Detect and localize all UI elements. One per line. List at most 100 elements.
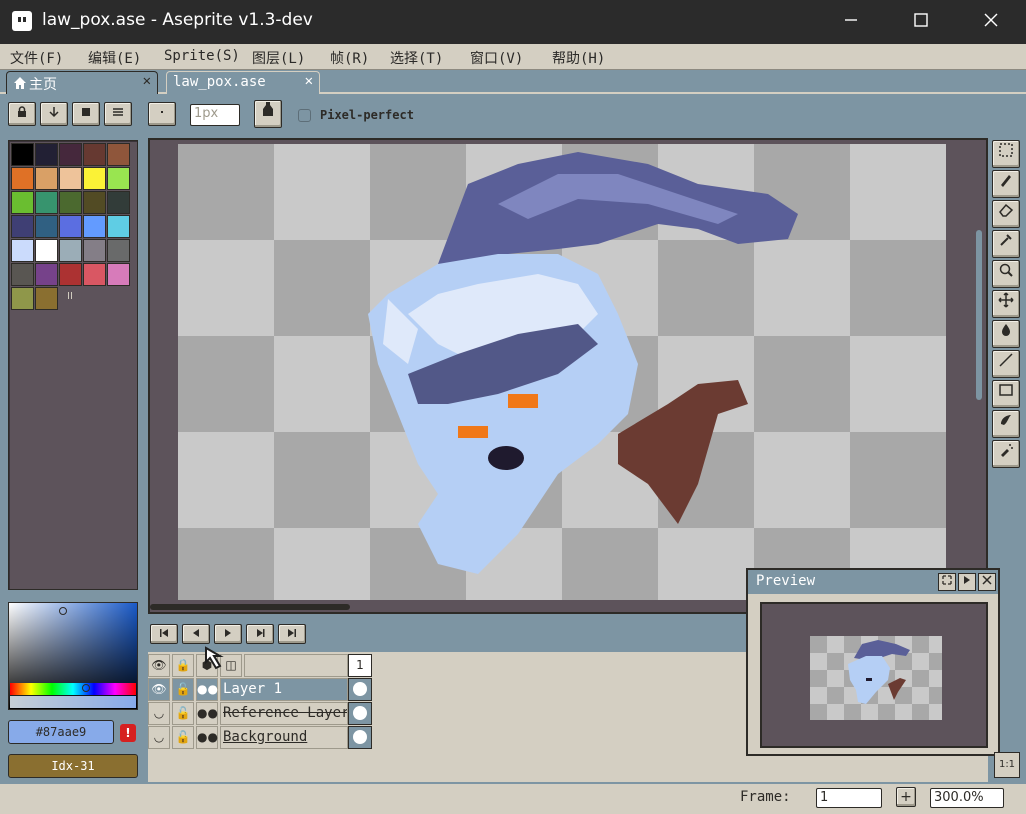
tab-home[interactable]: 主页 ✕ [6, 71, 158, 94]
next-frame-button[interactable] [246, 624, 274, 644]
ink-type-button[interactable] [254, 100, 282, 128]
palette-swatch[interactable] [59, 239, 82, 262]
frame-number-input[interactable]: 1 [816, 788, 882, 808]
palette-swatch[interactable] [35, 263, 58, 286]
spray-tool[interactable] [992, 440, 1020, 468]
palette-swatch[interactable] [35, 167, 58, 190]
new-frame-button[interactable]: + [896, 787, 916, 807]
pencil-tool[interactable] [992, 170, 1020, 198]
hidden-eye-icon[interactable]: ◡ [148, 726, 170, 749]
palette-swatch[interactable] [59, 191, 82, 214]
center-view-button[interactable] [938, 573, 956, 591]
layer-row[interactable]: 👁 🔓 ●● Layer 1 [148, 678, 372, 701]
palette-swatch[interactable] [83, 191, 106, 214]
palette-swatch[interactable] [107, 167, 130, 190]
menu-sprite[interactable]: Sprite(S) [164, 48, 240, 64]
first-frame-button[interactable] [150, 624, 178, 644]
palette-swatch[interactable] [83, 239, 106, 262]
rectangular-marquee-tool[interactable] [992, 140, 1020, 168]
cel-reference-layer[interactable] [348, 702, 372, 725]
ratio-button[interactable]: 1:1 [994, 752, 1020, 778]
frame-1-header[interactable]: 1 [348, 654, 372, 677]
close-window-button[interactable] [966, 0, 1016, 44]
line-tool[interactable] [992, 350, 1020, 378]
palette-swatch[interactable] [35, 143, 58, 166]
rectangle-tool[interactable] [992, 380, 1020, 408]
layer-name[interactable]: Reference Layer [220, 702, 348, 725]
menu-help[interactable]: 帮助(H) [552, 48, 605, 68]
close-preview-button[interactable] [978, 573, 996, 591]
paint-bucket-tool[interactable] [992, 320, 1020, 348]
lock-palette-button[interactable] [8, 102, 36, 126]
menu-frame[interactable]: 帧(R) [330, 48, 369, 68]
preset-palette-button[interactable] [72, 102, 100, 126]
unlocked-icon[interactable]: 🔓 [172, 678, 194, 701]
palette-swatch[interactable] [107, 263, 130, 286]
palette-swatch[interactable] [107, 191, 130, 214]
palette-swatch[interactable] [107, 239, 130, 262]
palette-swatch[interactable] [35, 239, 58, 262]
preview-window[interactable]: Preview [746, 568, 1000, 756]
menu-window[interactable]: 窗口(V) [470, 48, 523, 68]
menu-layer[interactable]: 图层(L) [252, 48, 305, 68]
eyedropper-tool[interactable] [992, 230, 1020, 258]
palette-swatch[interactable] [83, 143, 106, 166]
tab-close-icon[interactable]: ✕ [143, 73, 151, 89]
palette-swatch[interactable] [11, 191, 34, 214]
palette-options-button[interactable] [104, 102, 132, 126]
palette-swatch[interactable] [83, 167, 106, 190]
vertical-scrollbar[interactable] [976, 230, 982, 400]
palette-swatch[interactable] [107, 143, 130, 166]
menu-edit[interactable]: 编辑(E) [88, 48, 141, 68]
visible-eye-icon[interactable]: 👁 [148, 678, 170, 701]
layer-name[interactable]: Layer 1 [220, 678, 348, 701]
palette-swatch[interactable] [11, 287, 34, 310]
palette-swatch[interactable] [83, 263, 106, 286]
palette-swatch[interactable] [11, 263, 34, 286]
play-preview-button[interactable] [958, 573, 976, 591]
cel-background[interactable] [348, 726, 372, 749]
unlocked-icon[interactable]: 🔓 [172, 702, 194, 725]
palette-swatch[interactable] [59, 143, 82, 166]
palette-swatch[interactable] [59, 215, 82, 238]
move-tool[interactable] [992, 290, 1020, 318]
hue-slider[interactable] [10, 683, 136, 695]
tab-close-icon[interactable]: ✕ [305, 73, 313, 89]
minimize-button[interactable] [826, 0, 876, 44]
pixel-perfect-checkbox[interactable] [298, 109, 311, 122]
hidden-eye-icon[interactable]: ◡ [148, 702, 170, 725]
alpha-slider[interactable] [10, 696, 136, 708]
palette-swatch[interactable] [59, 167, 82, 190]
eraser-tool[interactable] [992, 200, 1020, 228]
preview-view[interactable] [760, 602, 988, 748]
hue-cursor[interactable] [82, 684, 90, 692]
layer-name[interactable]: Background [220, 726, 348, 749]
maximize-button[interactable] [896, 0, 946, 44]
menu-select[interactable]: 选择(T) [390, 48, 443, 68]
palette-swatch[interactable] [35, 287, 58, 310]
palette-resize-handle[interactable]: II [67, 291, 73, 302]
menu-file[interactable]: 文件(F) [10, 48, 63, 68]
spectrum-cursor[interactable] [59, 607, 67, 615]
palette-swatch[interactable] [83, 215, 106, 238]
zoom-tool[interactable] [992, 260, 1020, 288]
preview-header[interactable]: Preview [748, 570, 998, 594]
unlocked-icon[interactable]: 🔓 [172, 726, 194, 749]
palette-swatch[interactable] [59, 263, 82, 286]
palette-swatch[interactable] [35, 191, 58, 214]
previous-frame-button[interactable] [182, 624, 210, 644]
brush-size-input[interactable]: 1px [190, 104, 240, 126]
warning-icon[interactable]: ! [120, 724, 136, 742]
tab-law-pox[interactable]: law_pox.ase ✕ [166, 71, 320, 94]
continuous-icon[interactable]: ●● [196, 726, 218, 749]
continuous-icon[interactable]: ●● [196, 678, 218, 701]
foreground-color-button[interactable]: #87aae9 [8, 720, 114, 744]
color-spectrum[interactable] [8, 602, 138, 710]
palette-swatch[interactable] [107, 215, 130, 238]
brush-type-button[interactable] [148, 102, 176, 126]
layer-row[interactable]: ◡ 🔓 ●● Reference Layer [148, 702, 372, 725]
palette-swatch[interactable] [35, 215, 58, 238]
sprite-canvas[interactable] [178, 144, 946, 600]
play-button[interactable] [214, 624, 242, 644]
layer-row[interactable]: ◡ 🔓 ●● Background [148, 726, 372, 749]
